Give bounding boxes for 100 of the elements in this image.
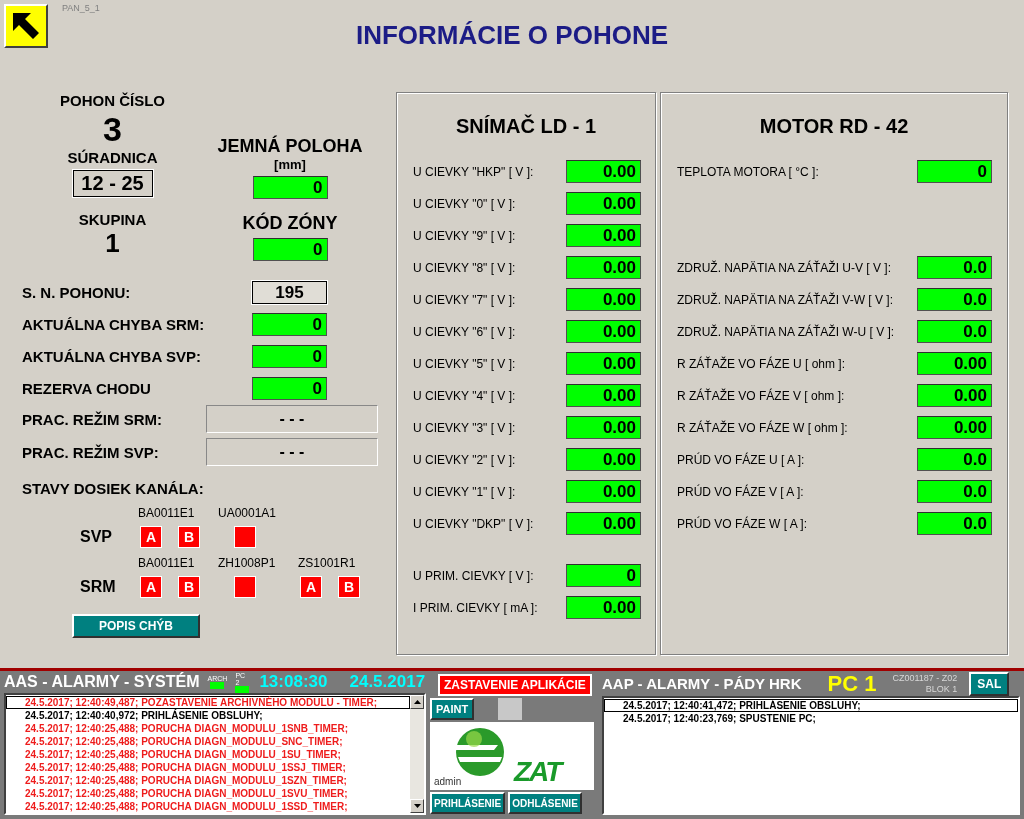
value-display: 0.00: [566, 288, 641, 311]
arrow-icon: [11, 11, 41, 41]
value-display: 0.00: [917, 352, 992, 375]
board-label: BA0011E1: [138, 506, 195, 522]
log-entry[interactable]: 24.5.2017; 12:40:23,769; SPUSTENIE PC;: [604, 712, 1018, 725]
fine-position-label: JEMNÁ POLOHA: [217, 136, 363, 157]
value-display: 0: [252, 176, 328, 199]
unit-label: [mm]: [274, 157, 306, 172]
field-label: ZDRUŽ. NAPÄTIA NA ZÁŤAŽI V-W [ V ]:: [677, 292, 894, 307]
alarm-panel-title: AAP - ALARMY - PÁDY HRK: [602, 675, 802, 692]
section-label: STAVY DOSIEK KANÁLA:: [22, 480, 204, 497]
field-label: AKTUÁLNA CHYBA SRM:: [22, 316, 206, 333]
alarm-list[interactable]: [4, 693, 426, 815]
value-display: 0.00: [566, 512, 641, 535]
field-label: ZDRUŽ. NAPÄTIA NA ZÁŤAŽI U-V [ V ]:: [677, 260, 892, 275]
station-id: CZ001187 - Z02: [892, 672, 958, 684]
alarm-list[interactable]: 24.5.2017; 12:40:41,472; PRIHLÁSENIE OBSLUHY; 24.5.2017; 12:40:23,769; SPUSTENIE PC;: [602, 696, 1020, 815]
log-entry[interactable]: 24.5.2017; 12:40:25,488; PORUCHA DIAGN_MODULU_SNC_TIMER;: [6, 735, 410, 748]
status-indicator: [234, 576, 256, 598]
mode-display: - - -: [206, 405, 378, 433]
group-label: SKUPINA: [78, 211, 147, 228]
field-label: TEPLOTA MOTORA [ °C ]:: [677, 164, 819, 179]
status-indicator: B: [338, 576, 360, 598]
field-label: PRAC. REŽIM SVP:: [22, 443, 160, 461]
globe-logo-icon: [454, 727, 506, 777]
value-display: 0.00: [566, 596, 641, 619]
field-label: U CIEVKY "0" [ V ]:: [413, 196, 516, 211]
log-entry[interactable]: 24.5.2017; 12:40:25,488; PORUCHA DIAGN_MODULU_1SVU_TIMER;: [6, 787, 410, 800]
login-button[interactable]: PRIHLÁSENIE: [430, 792, 506, 814]
field-label: U CIEVKY "1" [ V ]:: [413, 484, 516, 499]
channel-label: SRM: [80, 578, 116, 595]
value-display: 0.0: [917, 256, 992, 279]
value-display: 0.00: [566, 448, 641, 471]
field-label: U CIEVKY "5" [ V ]:: [413, 356, 516, 371]
date-text: 24.5.2017: [349, 672, 426, 692]
field-label: U PRIM. CIEVKY [ V ]:: [413, 568, 534, 583]
error-description-button[interactable]: POPIS CHÝB: [72, 614, 200, 638]
field-label: PRÚD VO FÁZE V [ A ]:: [677, 484, 804, 499]
value-display: 0: [252, 238, 328, 261]
board-label: BA0011E1: [138, 556, 195, 572]
status-indicator: A: [300, 576, 322, 598]
blank-button[interactable]: [498, 698, 523, 720]
sal-button[interactable]: SAL: [969, 671, 1010, 696]
status-indicator: A: [140, 526, 162, 548]
stop-application-button[interactable]: ZASTAVENIE APLIKÁCIE: [438, 674, 592, 696]
log-entry[interactable]: 24.5.2017; 12:40:25,488; PORUCHA DIAGN_MODULU_1SNB_TIMER;: [6, 722, 410, 735]
value-display: 0.0: [917, 480, 992, 503]
value-display: 0.00: [566, 384, 641, 407]
logo-text: ZAT: [514, 756, 561, 788]
group-number: 1: [105, 228, 120, 258]
status-indicator: A: [140, 576, 162, 598]
mode-display: - - -: [206, 438, 378, 466]
log-entry[interactable]: 24.5.2017; 12:40:25,488; PORUCHA DIAGN_MODULU_1SZN_TIMER;: [6, 774, 410, 787]
value-display: 0.00: [566, 160, 641, 183]
field-label: R ZÁŤAŽE VO FÁZE V [ ohm ]:: [677, 388, 845, 403]
field-label: AKTUÁLNA CHYBA SVP:: [22, 348, 202, 365]
value-display: 0.0: [917, 448, 992, 471]
value-display: 0: [252, 377, 327, 400]
field-label: PRÚD VO FÁZE W [ A ]:: [677, 516, 808, 531]
back-button[interactable]: [4, 4, 48, 48]
field-label: R ZÁŤAŽE VO FÁZE W [ ohm ]:: [677, 420, 848, 435]
panel-title: SNÍMAČ LD - 1: [456, 115, 596, 137]
drive-number: 3: [103, 109, 122, 149]
board-label: UA0001A1: [218, 506, 277, 522]
field-label: U CIEVKY "HKP" [ V ]:: [413, 164, 534, 179]
field-label: S. N. POHONU:: [22, 284, 132, 301]
user-name: admin: [434, 776, 462, 787]
up-arrow-icon: [413, 700, 421, 704]
log-entry[interactable]: 24.5.2017; 12:40:25,488; PORUCHA DIAGN_MODULU_1SSD_TIMER;: [6, 800, 410, 813]
zone-code-label: KÓD ZÓNY: [242, 213, 338, 234]
log-entry[interactable]: 24.5.2017; 12:40:49,487; POZASTAVENIE ARCHIVNÉHO MODULU - TIMER;: [6, 696, 410, 709]
value-display: 0.00: [566, 256, 641, 279]
board-label: ZH1008P1: [218, 556, 276, 572]
value-display: 195: [252, 281, 327, 304]
log-entry[interactable]: 24.5.2017; 12:40:41,472; PRIHLÁSENIE OBSLUHY;: [604, 699, 1018, 712]
scrollbar[interactable]: [410, 695, 424, 813]
value-display: 0.0: [917, 288, 992, 311]
value-display: 0: [917, 160, 992, 183]
field-label: U CIEVKY "9" [ V ]:: [413, 228, 516, 243]
paint-button[interactable]: PAINT: [430, 698, 475, 720]
field-label: U CIEVKY "DKP" [ V ]:: [413, 516, 534, 531]
log-entry[interactable]: 24.5.2017; 12:40:40,972; PRIHLÁSENIE OBSLUHY;: [6, 709, 410, 722]
logout-button[interactable]: ODHLÁSENIE: [508, 792, 582, 814]
field-label: PRÚD VO FÁZE U [ A ]:: [677, 452, 805, 467]
pc-label: PC 1: [827, 670, 877, 697]
field-label: I PRIM. CIEVKY [ mA ]:: [413, 600, 538, 615]
panel-title: MOTOR RD - 42: [759, 115, 909, 137]
value-display: 0: [566, 564, 641, 587]
value-display: 0.0: [917, 512, 992, 535]
value-display: 0: [252, 313, 327, 336]
block-label: BLOK 1: [925, 683, 958, 695]
field-label: R ZÁŤAŽE VO FÁZE U [ ohm ]:: [677, 356, 846, 371]
log-entry[interactable]: 24.5.2017; 12:40:25,488; PORUCHA DIAGN_MODULU_1SSJ_TIMER;: [6, 761, 410, 774]
field-label: U CIEVKY "6" [ V ]:: [413, 324, 516, 339]
alarm-panel-title: AAS - ALARMY - SYSTÉM: [4, 673, 200, 691]
status-indicator: B: [178, 576, 200, 598]
log-entry[interactable]: 24.5.2017; 12:40:25,488; PORUCHA DIAGN_MODULU_1SU_TIMER;: [6, 748, 410, 761]
down-arrow-icon: [413, 804, 421, 808]
field-label: U CIEVKY "4" [ V ]:: [413, 388, 516, 403]
status-indicator: B: [178, 526, 200, 548]
